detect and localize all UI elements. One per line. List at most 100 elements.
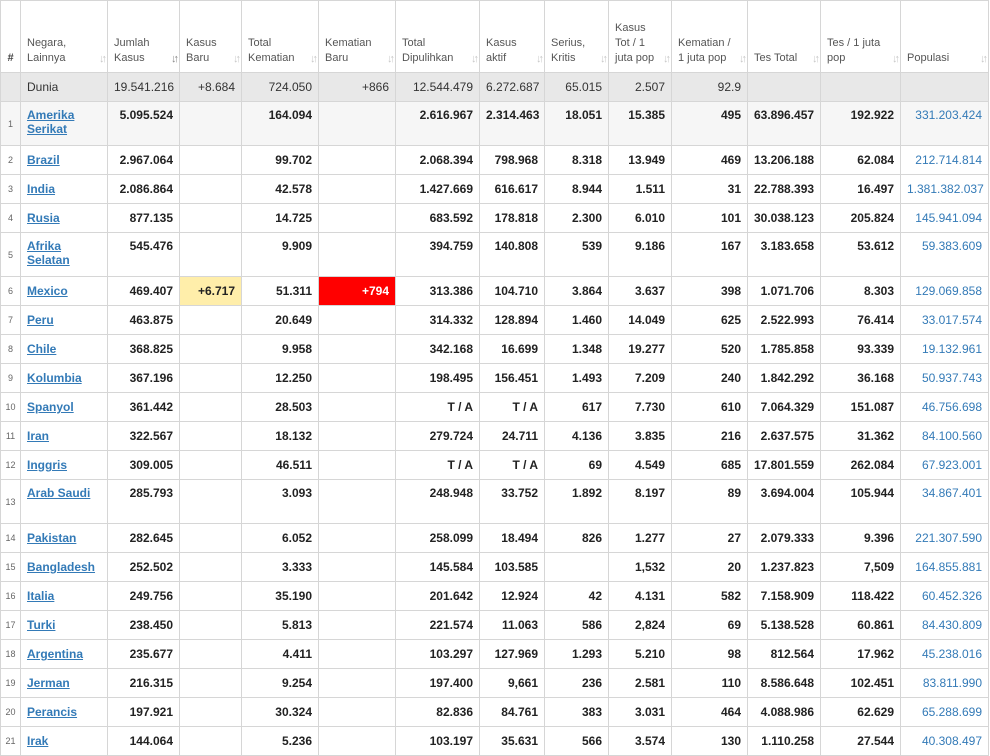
column-header-country[interactable]: Negara, Lainnya ↓↑ bbox=[20, 0, 108, 73]
row-index: 10 bbox=[0, 392, 21, 422]
cell-active-cases: T / A bbox=[479, 392, 545, 422]
country-cell: Irak bbox=[20, 726, 108, 756]
cell-total-recovered: 683.592 bbox=[395, 203, 480, 233]
column-header-new-cases[interactable]: Kasus Baru ↓↑ bbox=[179, 0, 242, 73]
cell-tests-per-million: 17.962 bbox=[820, 639, 901, 669]
cell-new-deaths bbox=[318, 610, 396, 640]
cell-serious-critical: 4.136 bbox=[544, 421, 609, 451]
cell-active-cases: 24.711 bbox=[479, 421, 545, 451]
cell-active-cases: T / A bbox=[479, 450, 545, 480]
cell-serious-critical: 8.944 bbox=[544, 174, 609, 204]
country-link[interactable]: Jerman bbox=[27, 676, 70, 690]
sort-arrows-icon[interactable]: ↓↑ bbox=[171, 52, 179, 67]
table-row: 14 Pakistan 282.645 6.052 258.099 18.494 826 1.… bbox=[0, 523, 989, 553]
sort-arrows-icon[interactable]: ↓↑ bbox=[233, 52, 241, 67]
cell-new-deaths bbox=[318, 305, 396, 335]
cell-total-recovered: 258.099 bbox=[395, 523, 480, 553]
table-row: 18 Argentina 235.677 4.411 103.297 127.969 1.2… bbox=[0, 639, 989, 669]
sort-arrows-icon[interactable]: ↓↑ bbox=[387, 52, 395, 67]
cell-tests-per-million: 76.414 bbox=[820, 305, 901, 335]
column-header-total-deaths[interactable]: Total Kematian ↓↑ bbox=[241, 0, 319, 73]
cell-cases-per-million: 14.049 bbox=[608, 305, 672, 335]
cell-serious-critical: 2.300 bbox=[544, 203, 609, 233]
column-header-index[interactable]: # bbox=[0, 0, 21, 73]
country-link[interactable]: Irak bbox=[27, 734, 48, 748]
table-row: 7 Peru 463.875 20.649 314.332 128.894 1.460 14.… bbox=[0, 305, 989, 335]
cell-cases-per-million: 8.197 bbox=[608, 479, 672, 524]
sort-arrows-icon[interactable]: ↓↑ bbox=[812, 52, 820, 67]
country-link[interactable]: Mexico bbox=[27, 284, 68, 298]
sort-arrows-icon[interactable]: ↓↑ bbox=[310, 52, 318, 67]
row-index: 16 bbox=[0, 581, 21, 611]
cell-deaths-per-million: 398 bbox=[671, 276, 748, 306]
cell-active-cases: 140.808 bbox=[479, 232, 545, 277]
cell-population: 50.937.743 bbox=[900, 363, 989, 393]
country-link[interactable]: Peru bbox=[27, 313, 54, 327]
column-header-active-cases[interactable]: Kasus aktif ↓↑ bbox=[479, 0, 545, 73]
column-header-new-deaths[interactable]: Kematian Baru ↓↑ bbox=[318, 0, 396, 73]
column-header-cases-per-million[interactable]: Kasus Tot / 1 juta pop ↓↑ bbox=[608, 0, 672, 73]
country-link[interactable]: Iran bbox=[27, 429, 49, 443]
country-cell: Pakistan bbox=[20, 523, 108, 553]
cell-total-deaths: 42.578 bbox=[241, 174, 319, 204]
column-header-total-cases[interactable]: Jumlah Kasus ↓↑ bbox=[107, 0, 180, 73]
cell-new-cases bbox=[179, 552, 242, 582]
column-header-label: Tes / 1 juta pop bbox=[827, 37, 881, 64]
cell-tests-per-million: 9.396 bbox=[820, 523, 901, 553]
cell-new-cases bbox=[179, 639, 242, 669]
sort-arrows-icon[interactable]: ↓↑ bbox=[99, 52, 107, 67]
cell-new-cases bbox=[179, 479, 242, 524]
row-index: 6 bbox=[0, 276, 21, 306]
sort-arrows-icon[interactable]: ↓↑ bbox=[600, 52, 608, 67]
country-link[interactable]: Turki bbox=[27, 618, 55, 632]
cell-total-tests: 1.237.823 bbox=[747, 552, 821, 582]
column-header-serious-critical[interactable]: Serius, Kritis ↓↑ bbox=[544, 0, 609, 73]
country-link[interactable]: India bbox=[27, 182, 55, 196]
sort-arrows-icon[interactable]: ↓↑ bbox=[980, 52, 988, 67]
column-header-deaths-per-million[interactable]: Kematian / 1 juta pop ↓↑ bbox=[671, 0, 748, 73]
cell-active-cases: 156.451 bbox=[479, 363, 545, 393]
cell-serious-critical: 1.348 bbox=[544, 334, 609, 364]
country-link[interactable]: Kolumbia bbox=[27, 371, 82, 385]
cell-total-recovered: 82.836 bbox=[395, 697, 480, 727]
country-link[interactable]: Italia bbox=[27, 589, 54, 603]
cell-serious-critical: 826 bbox=[544, 523, 609, 553]
column-header-total-tests[interactable]: Tes Total ↓↑ bbox=[747, 0, 821, 73]
sort-arrows-icon[interactable]: ↓↑ bbox=[536, 52, 544, 67]
sort-arrows-icon[interactable]: ↓↑ bbox=[663, 52, 671, 67]
column-header-tests-per-million[interactable]: Tes / 1 juta pop ↓↑ bbox=[820, 0, 901, 73]
country-link[interactable]: Arab Saudi bbox=[27, 486, 90, 500]
column-header-total-recovered[interactable]: Total Dipulihkan ↓↑ bbox=[395, 0, 480, 73]
cell-cases-per-million: 6.010 bbox=[608, 203, 672, 233]
cell-deaths-per-million: 89 bbox=[671, 479, 748, 524]
sort-arrows-icon[interactable]: ↓↑ bbox=[892, 52, 900, 67]
country-link[interactable]: Afrika Selatan bbox=[27, 239, 70, 267]
sort-arrows-icon[interactable]: ↓↑ bbox=[739, 52, 747, 67]
cell-tests-per-million: 118.422 bbox=[820, 581, 901, 611]
country-link[interactable]: Inggris bbox=[27, 458, 67, 472]
table-row: 11 Iran 322.567 18.132 279.724 24.711 4.136 3.8… bbox=[0, 421, 989, 451]
country-link[interactable]: Chile bbox=[27, 342, 56, 356]
cell-total-deaths: 12.250 bbox=[241, 363, 319, 393]
cell-tests-per-million: 36.168 bbox=[820, 363, 901, 393]
country-link[interactable]: Brazil bbox=[27, 153, 60, 167]
country-link[interactable]: Rusia bbox=[27, 211, 60, 225]
cell-new-cases bbox=[179, 101, 242, 146]
country-link[interactable]: Pakistan bbox=[27, 531, 76, 545]
cell-population bbox=[900, 72, 989, 102]
country-link[interactable]: Bangladesh bbox=[27, 560, 95, 574]
cell-population: 83.811.990 bbox=[900, 668, 989, 698]
cell-cases-per-million: 5.210 bbox=[608, 639, 672, 669]
column-header-population[interactable]: Populasi ↓↑ bbox=[900, 0, 989, 73]
country-link[interactable]: Argentina bbox=[27, 647, 83, 661]
column-header-label: Jumlah Kasus bbox=[114, 37, 150, 64]
country-link[interactable]: Amerika Serikat bbox=[27, 108, 74, 136]
cell-population: 212.714.814 bbox=[900, 145, 989, 175]
cell-population: 1.381.382.037 bbox=[900, 174, 989, 204]
country-link[interactable]: Spanyol bbox=[27, 400, 74, 414]
cell-population: 67.923.001 bbox=[900, 450, 989, 480]
cell-total-recovered: 279.724 bbox=[395, 421, 480, 451]
country-link[interactable]: Perancis bbox=[27, 705, 77, 719]
sort-arrows-icon[interactable]: ↓↑ bbox=[471, 52, 479, 67]
cell-new-cases bbox=[179, 697, 242, 727]
